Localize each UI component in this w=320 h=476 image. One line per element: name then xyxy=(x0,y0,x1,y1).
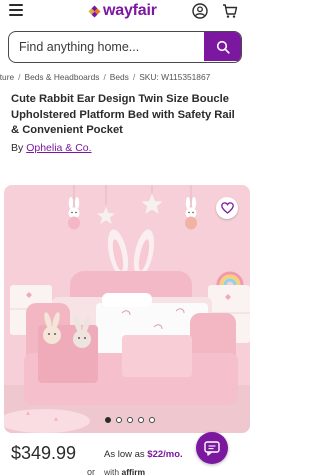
header: wayfair xyxy=(0,0,250,26)
carousel-dot-3[interactable] xyxy=(127,417,133,423)
favorite-button[interactable] xyxy=(216,197,238,219)
sku-label: SKU: W115351867 xyxy=(139,72,211,82)
menu-icon[interactable] xyxy=(9,4,23,17)
chat-button[interactable] xyxy=(196,432,228,464)
heart-icon xyxy=(220,202,234,214)
brand-link[interactable]: Ophelia & Co. xyxy=(26,142,91,154)
breadcrumb-separator: / xyxy=(103,72,106,82)
breadcrumb-item-furniture[interactable]: iiture xyxy=(0,72,14,82)
carousel-dot-2[interactable] xyxy=(116,417,122,423)
breadcrumb-separator: / xyxy=(18,72,21,82)
product-gallery xyxy=(0,185,250,437)
carousel-dot-1[interactable] xyxy=(105,417,111,423)
breadcrumb-item-beds[interactable]: Beds xyxy=(110,72,129,82)
brand-line: By Ophelia & Co. xyxy=(11,142,92,154)
product-image[interactable] xyxy=(4,185,250,433)
search-bar xyxy=(8,31,242,63)
breadcrumb: iiture/Beds & Headboards/Beds/SKU: W1153… xyxy=(0,72,250,84)
search-icon xyxy=(216,40,230,54)
financing-offer[interactable]: As low as $22/mo. xyxy=(104,449,183,460)
with-text: with xyxy=(104,467,120,476)
affirm-line: with affirm xyxy=(104,467,145,476)
product-price: $349.99 xyxy=(11,443,77,463)
product-title: Cute Rabbit Ear Design Twin Size Boucle … xyxy=(11,93,235,136)
or-text: or xyxy=(87,467,96,476)
chat-icon xyxy=(204,440,220,456)
account-icon[interactable] xyxy=(192,3,208,19)
image-carousel-dots xyxy=(0,417,250,427)
wayfair-logo[interactable]: wayfair xyxy=(88,2,157,20)
affirm-logo: affirm xyxy=(121,467,146,476)
as-low-prefix: As low as xyxy=(104,449,148,460)
breadcrumb-separator: / xyxy=(132,72,136,82)
carousel-dot-4[interactable] xyxy=(138,417,144,423)
logo-text: wayfair xyxy=(103,2,157,19)
search-input[interactable] xyxy=(9,32,205,61)
wayfair-logo-icon xyxy=(88,5,101,17)
carousel-dot-5[interactable] xyxy=(149,417,155,423)
by-prefix: By xyxy=(11,142,24,154)
cart-icon[interactable] xyxy=(222,3,238,19)
bed-illustration xyxy=(4,185,250,433)
monthly-price: $22/mo. xyxy=(147,449,183,460)
breadcrumb-item-beds-headboards[interactable]: Beds & Headboards xyxy=(24,72,99,82)
search-button[interactable] xyxy=(204,32,241,61)
